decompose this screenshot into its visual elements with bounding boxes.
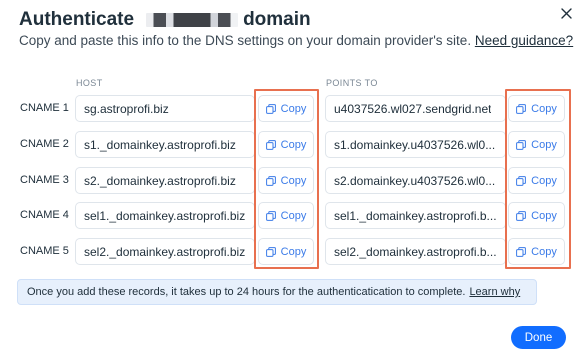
record-label: CNAME 3	[20, 174, 69, 186]
points-to-value: sel1._domainkey.astroprofi.b...	[334, 208, 497, 223]
points-to-value: u4037526.wl027.sendgrid.net	[334, 101, 492, 116]
host-copy-highlight	[254, 89, 319, 269]
points-to-value-field[interactable]: sel1._domainkey.astroprofi.b...	[325, 202, 506, 229]
host-value: s1._domainkey.astroprofi.biz	[84, 137, 236, 152]
record-label: CNAME 5	[20, 245, 69, 257]
need-guidance-link[interactable]: Need guidance?	[475, 33, 573, 48]
points-to-value-field[interactable]: s2.domainkey.u4037526.wl0...	[325, 167, 506, 194]
learn-why-link[interactable]: Learn why	[469, 286, 520, 298]
record-label: CNAME 2	[20, 138, 69, 150]
close-icon	[560, 7, 572, 19]
host-value: s2._domainkey.astroprofi.biz	[84, 173, 236, 188]
points-to-value-field[interactable]: sel2._domainkey.astroprofi.b...	[325, 238, 506, 265]
close-button[interactable]	[556, 3, 576, 23]
points-to-value: s2.domainkey.u4037526.wl0...	[334, 173, 496, 188]
done-button[interactable]: Done	[511, 326, 566, 349]
dialog-subtitle: Copy and paste this info to the DNS sett…	[19, 33, 573, 48]
points-to-column-header: POINTS TO	[326, 78, 378, 88]
points-to-copy-highlight	[505, 89, 571, 269]
host-value: sel2._domainkey.astroprofi.biz	[84, 244, 246, 259]
host-value-field[interactable]: s2._domainkey.astroprofi.biz	[75, 167, 255, 194]
points-to-value-field[interactable]: s1.domainkey.u4037526.wl0...	[325, 131, 506, 158]
host-value-field[interactable]: s1._domainkey.astroprofi.biz	[75, 131, 255, 158]
dialog-title: Authenticate domain	[19, 9, 311, 31]
title-suffix: domain	[243, 9, 311, 30]
host-value: sel1._domainkey.astroprofi.biz	[84, 208, 246, 223]
authenticate-domain-dialog: Authenticate domain Copy and paste this …	[0, 0, 580, 358]
host-value-field[interactable]: sg.astroprofi.biz	[75, 95, 255, 122]
host-value-field[interactable]: sel2._domainkey.astroprofi.biz	[75, 238, 255, 265]
host-column-header: HOST	[76, 78, 103, 88]
points-to-value: sel2._domainkey.astroprofi.b...	[334, 244, 497, 259]
record-label: CNAME 4	[20, 209, 69, 221]
notice-text: Once you add these records, it takes up …	[27, 286, 466, 298]
host-value: sg.astroprofi.biz	[84, 101, 169, 116]
title-prefix: Authenticate	[19, 9, 135, 30]
record-label: CNAME 1	[20, 102, 69, 114]
points-to-value: s1.domainkey.u4037526.wl0...	[334, 137, 496, 152]
propagation-notice: Once you add these records, it takes up …	[17, 279, 537, 305]
redacted-domain	[146, 13, 239, 27]
host-value-field[interactable]: sel1._domainkey.astroprofi.biz	[75, 202, 255, 229]
points-to-value-field[interactable]: u4037526.wl027.sendgrid.net	[325, 95, 506, 122]
subtitle-text: Copy and paste this info to the DNS sett…	[19, 33, 472, 48]
